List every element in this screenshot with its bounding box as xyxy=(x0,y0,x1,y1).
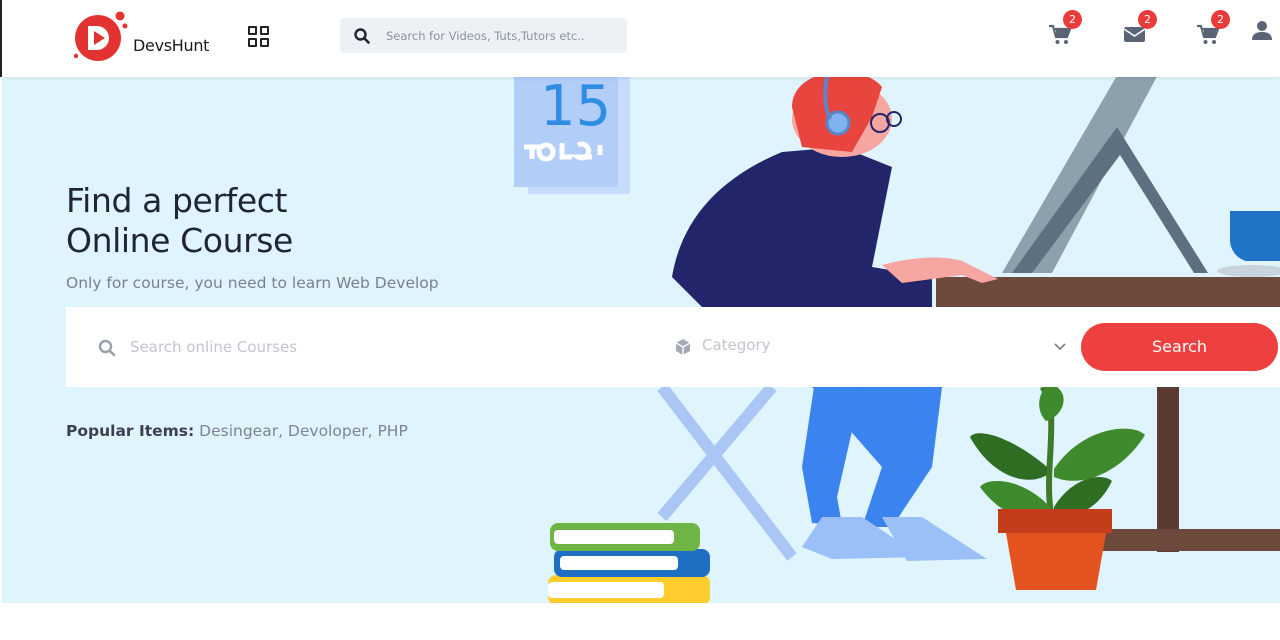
hero-title-line-2: Online Course xyxy=(66,221,293,260)
user-icon xyxy=(1252,21,1272,40)
logo-icon xyxy=(73,11,128,61)
brand-logo[interactable]: DevsHunt xyxy=(72,10,217,62)
cart-badge: 2 xyxy=(1063,10,1082,29)
search-icon xyxy=(98,339,116,357)
cart-button[interactable]: 2 xyxy=(1048,10,1082,50)
popular-items-values[interactable]: Desingear, Devoloper, PHP xyxy=(199,422,408,440)
hero-subtitle: Only for course, you need to learn Web D… xyxy=(66,274,439,292)
header-search xyxy=(340,18,627,53)
messages-badge: 2 xyxy=(1138,10,1157,29)
course-search-bar: Category Search xyxy=(66,307,1280,387)
course-search-input[interactable] xyxy=(130,329,600,365)
popular-items: Popular Items: Desingear, Devoloper, PHP xyxy=(66,422,408,440)
hero-title: Find a perfect Online Course xyxy=(66,181,293,261)
grid-menu-icon[interactable] xyxy=(248,26,270,48)
top-header: DevsHunt 2 2 2 xyxy=(0,0,1280,77)
brand-name: DevsHunt xyxy=(133,36,210,55)
calendar-number: 15 xyxy=(540,77,611,139)
hero-title-line-1: Find a perfect xyxy=(66,181,288,220)
category-cube-icon xyxy=(675,339,691,355)
cart-button-secondary[interactable]: 2 xyxy=(1196,10,1230,50)
header-search-input[interactable] xyxy=(386,18,618,53)
user-account-button[interactable] xyxy=(1252,20,1274,50)
cart-badge-secondary: 2 xyxy=(1211,10,1230,29)
messages-button[interactable]: 2 xyxy=(1123,10,1157,50)
chevron-down-icon[interactable] xyxy=(1054,343,1066,351)
category-select[interactable]: Category xyxy=(702,336,771,354)
search-icon[interactable] xyxy=(354,28,370,44)
popular-items-label: Popular Items: xyxy=(66,422,195,440)
hero-section: 15 Find a perfect Online Course Only for… xyxy=(2,77,1280,603)
search-button[interactable]: Search xyxy=(1081,323,1278,371)
